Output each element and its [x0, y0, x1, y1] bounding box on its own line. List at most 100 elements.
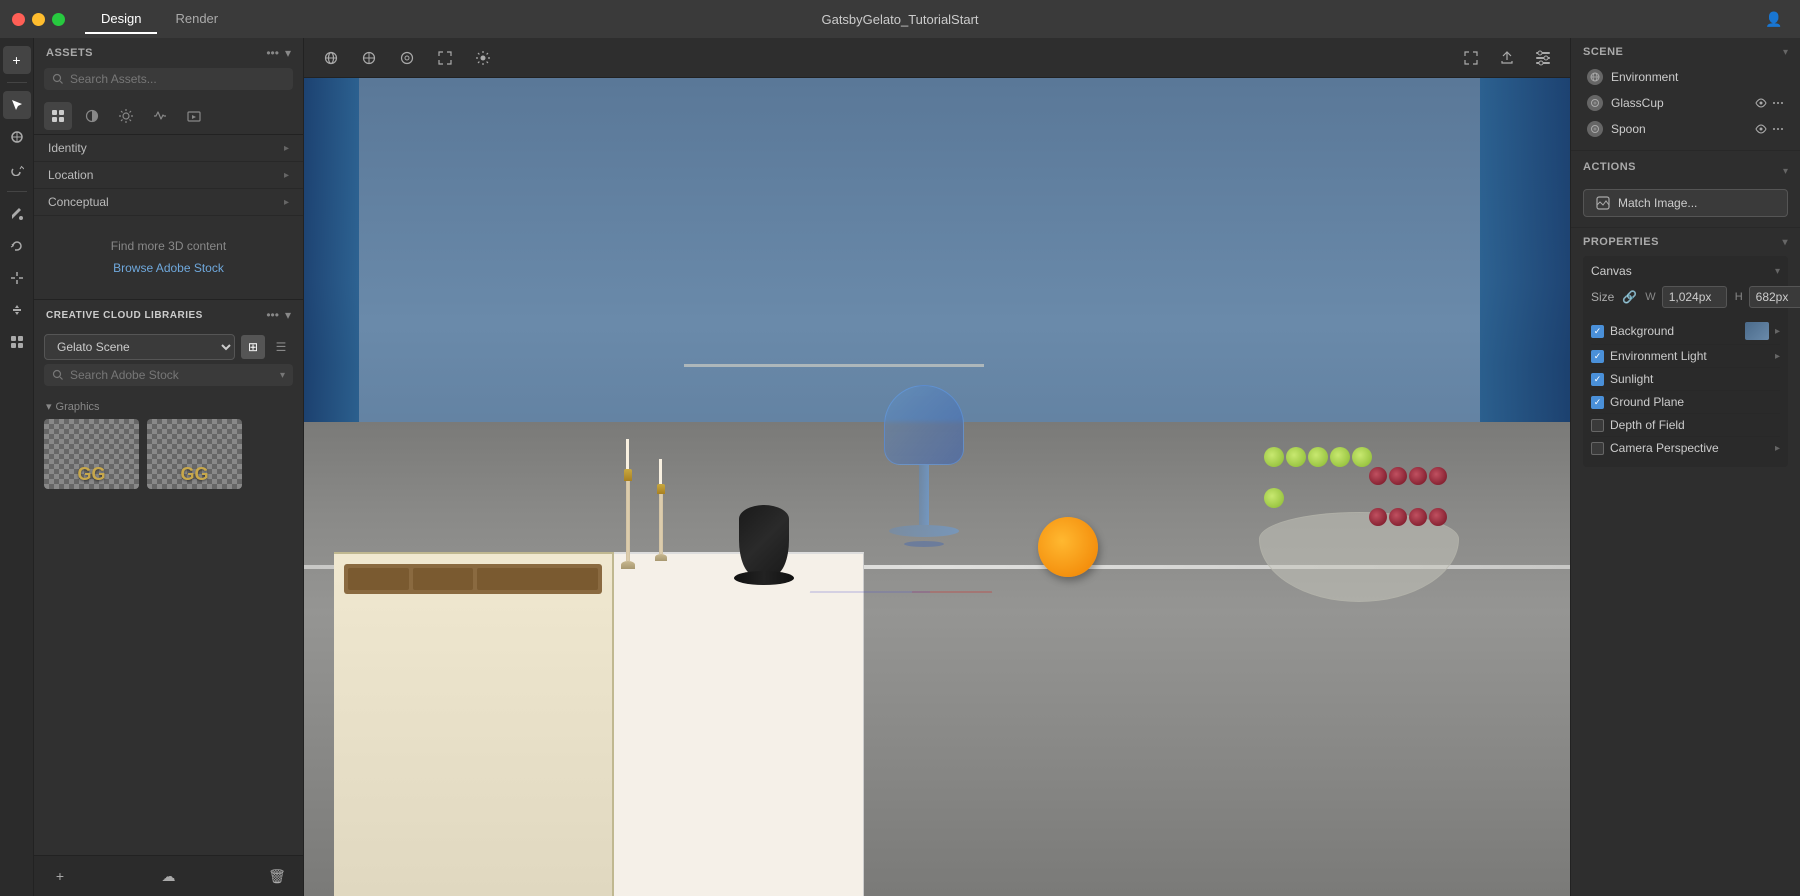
background-prop-arrow[interactable]: ▸	[1775, 326, 1780, 337]
dolly-tool[interactable]	[392, 43, 422, 73]
height-input[interactable]	[1749, 286, 1800, 308]
ground-plane-checkbox[interactable]	[1591, 396, 1604, 409]
canvas-collapse-btn[interactable]: ▾	[1775, 266, 1780, 277]
width-input[interactable]	[1662, 286, 1727, 308]
glass-cup-object[interactable]	[879, 385, 969, 585]
drawer-bg	[334, 552, 614, 896]
actions-collapse-btn[interactable]: ▾	[1783, 166, 1788, 177]
scene-item-environment[interactable]: Environment	[1583, 64, 1788, 90]
transform-tool[interactable]	[3, 123, 31, 151]
lighting-tab[interactable]	[112, 102, 140, 130]
delete-item-btn[interactable]: 🗑	[263, 862, 291, 890]
list-view-btn[interactable]: ☰	[269, 335, 293, 359]
objects-tab[interactable]	[44, 102, 72, 130]
spoon-more-icon[interactable]	[1772, 123, 1784, 135]
sunlight-prop-row: Sunlight	[1591, 368, 1780, 391]
sunlight-checkbox[interactable]	[1591, 373, 1604, 386]
graphic-thumb-2[interactable]: GG	[147, 419, 242, 489]
pan-tool[interactable]	[3, 264, 31, 292]
environment-tab[interactable]	[146, 102, 174, 130]
depth-of-field-label-text: Depth of Field	[1610, 418, 1685, 432]
assets-search-input[interactable]	[70, 72, 285, 86]
spoon-visibility-icon[interactable]	[1754, 122, 1768, 136]
conceptual-section[interactable]: Conceptual ▸	[34, 189, 303, 216]
properties-collapse-btn[interactable]: ▾	[1782, 237, 1788, 248]
environment-light-prop-row: Environment Light ▸	[1591, 345, 1780, 368]
canvas-settings-tool[interactable]	[1528, 43, 1558, 73]
scene-item-glasscup[interactable]: GlassCup	[1583, 90, 1788, 116]
fruit-bowl	[1249, 442, 1469, 602]
fit-canvas-tool[interactable]	[430, 43, 460, 73]
canvas-right-tools	[1456, 43, 1558, 73]
height-input-group: H	[1735, 286, 1800, 308]
pan3d-tool[interactable]	[354, 43, 384, 73]
orbit-tool[interactable]	[316, 43, 346, 73]
size-label: Size	[1591, 290, 1614, 304]
paint-tool[interactable]	[3, 200, 31, 228]
expand-canvas-tool[interactable]	[1456, 43, 1486, 73]
tab-design[interactable]: Design	[85, 5, 157, 34]
cloud-search-input[interactable]	[70, 368, 274, 382]
cloud-collapse-btn[interactable]: ▾	[285, 308, 291, 322]
scene-object-tool[interactable]	[3, 328, 31, 356]
identity-label: Identity	[48, 141, 87, 155]
browse-adobe-stock-link[interactable]: Browse Adobe Stock	[48, 258, 289, 280]
scene-item-spoon[interactable]: Spoon	[1583, 116, 1788, 142]
maximize-button[interactable]	[52, 13, 65, 26]
minimize-button[interactable]	[32, 13, 45, 26]
glasscup-more-icon[interactable]	[1772, 97, 1784, 109]
depth-of-field-prop-row: Depth of Field	[1591, 414, 1780, 437]
camera-perspective-prop-arrow[interactable]: ▸	[1775, 443, 1780, 454]
cc-icon[interactable]: ☁	[155, 862, 183, 890]
browse-section: Find more 3D content Browse Adobe Stock	[34, 216, 303, 299]
width-input-group: W	[1645, 286, 1726, 308]
properties-title: PROPERTIES	[1583, 236, 1659, 248]
scene-section-header[interactable]: SCENE ▾	[1583, 46, 1788, 58]
spoon-item-label: Spoon	[1611, 122, 1746, 136]
undo-tool[interactable]	[3, 232, 31, 260]
lightrig-tool[interactable]	[468, 43, 498, 73]
red-grapes	[1364, 462, 1464, 552]
scene-collapse-btn[interactable]: ▾	[1783, 47, 1788, 58]
black-vase	[734, 505, 794, 585]
move-vertical-tool[interactable]	[3, 296, 31, 324]
grid-view-btn[interactable]: ⊞	[241, 335, 265, 359]
identity-section[interactable]: Identity ▸	[34, 135, 303, 162]
graphic-thumb-1[interactable]: GG	[44, 419, 139, 489]
canvas-content[interactable]	[304, 78, 1570, 896]
match-image-button[interactable]: Match Image...	[1583, 189, 1788, 217]
media-tab[interactable]	[180, 102, 208, 130]
location-section[interactable]: Location ▸	[34, 162, 303, 189]
glasscup-visibility-icon[interactable]	[1754, 96, 1768, 110]
library-select[interactable]: Gelato Scene	[44, 334, 235, 360]
tab-render[interactable]: Render	[159, 5, 234, 34]
environment-light-prop-arrow[interactable]: ▸	[1775, 351, 1780, 362]
background-checkbox[interactable]	[1591, 325, 1604, 338]
user-icon[interactable]: 👤	[1760, 5, 1788, 33]
cloud-search-dropdown[interactable]: ▾	[280, 370, 285, 381]
background-thumbnail[interactable]	[1745, 322, 1769, 340]
conceptual-arrow: ▸	[284, 197, 289, 208]
depth-of-field-checkbox[interactable]	[1591, 419, 1604, 432]
panel-bottom-bar: + ☁ 🗑	[34, 855, 303, 896]
scene-background	[304, 78, 1570, 896]
camera-perspective-checkbox[interactable]	[1591, 442, 1604, 455]
assets-more-btn[interactable]: •••	[266, 46, 279, 60]
add-library-btn[interactable]: +	[46, 862, 74, 890]
cloud-toolbar: Gelato Scene ⊞ ☰	[34, 330, 303, 364]
cloud-more-btn[interactable]: •••	[266, 308, 279, 322]
export-canvas-tool[interactable]	[1492, 43, 1522, 73]
rotate-tool[interactable]	[3, 155, 31, 183]
camera-perspective-prop-label: Camera Perspective	[1591, 441, 1719, 455]
add-tool[interactable]: +	[3, 46, 31, 74]
canvas-subsection-header: Canvas ▾	[1591, 264, 1780, 278]
scene-title: SCENE	[1583, 46, 1623, 58]
environment-light-checkbox[interactable]	[1591, 350, 1604, 363]
select-tool[interactable]	[3, 91, 31, 119]
materials-tab[interactable]	[78, 102, 106, 130]
assets-sections: Identity ▸ Location ▸ Conceptual ▸	[34, 135, 303, 216]
canvas-area	[304, 38, 1570, 896]
assets-collapse-btn[interactable]: ▾	[285, 46, 291, 60]
link-proportions-icon[interactable]: 🔗	[1622, 290, 1637, 304]
close-button[interactable]	[12, 13, 25, 26]
